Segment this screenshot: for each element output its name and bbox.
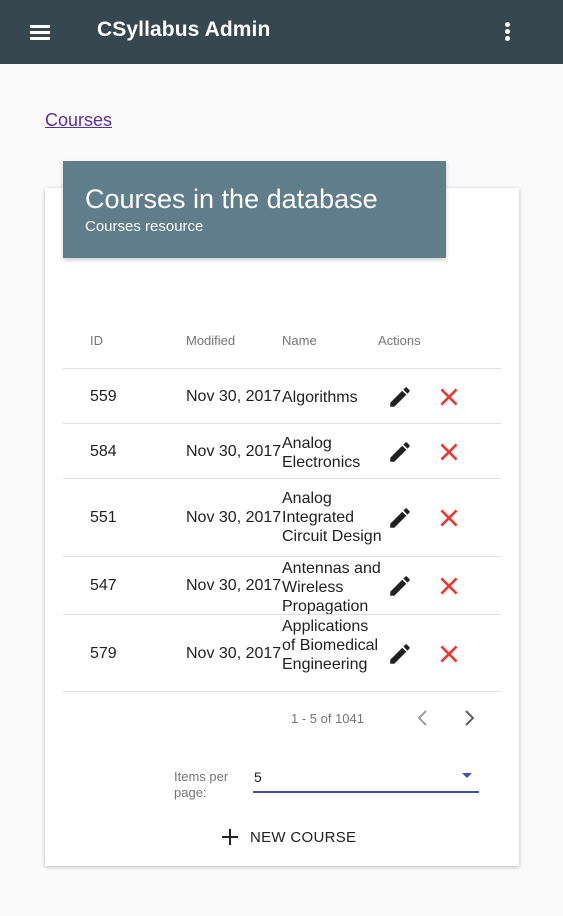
row-name: Analog Electronics — [282, 435, 361, 471]
new-course-button[interactable]: NEW COURSE — [218, 822, 356, 852]
items-per-page-value: 5 — [254, 769, 262, 785]
chevron-left-icon — [417, 710, 427, 726]
more-vert-icon[interactable] — [498, 20, 518, 44]
column-header-id: ID — [90, 333, 103, 348]
row-name: Antennas and Wireless Propagation — [282, 560, 381, 615]
chevron-right-icon — [465, 710, 475, 726]
row-id: 584 — [90, 442, 117, 460]
edit-button[interactable] — [387, 641, 413, 667]
edit-button[interactable] — [387, 439, 413, 465]
delete-button[interactable] — [436, 505, 462, 531]
table-row: 579 Nov 30, 2017 Applications of Biomedi… — [63, 614, 501, 692]
row-name: Analog Integrated Circuit Design — [282, 490, 382, 545]
edit-button[interactable] — [387, 505, 413, 531]
row-id: 559 — [90, 387, 117, 405]
pagination-range: 1 - 5 of 1041 — [291, 711, 364, 726]
close-icon — [440, 442, 458, 461]
close-icon — [440, 387, 458, 406]
table-row: 559 Nov 30, 2017 Algorithms — [63, 368, 501, 424]
row-modified: Nov 30, 2017 — [186, 577, 282, 594]
row-name: Applications of Biomedical Engineering — [282, 618, 379, 673]
row-modified: Nov 30, 2017 — [186, 509, 282, 526]
edit-button[interactable] — [387, 384, 413, 410]
table-footer-divider — [63, 691, 501, 692]
close-icon — [440, 509, 458, 527]
new-course-label: NEW COURSE — [250, 828, 357, 846]
column-header-name: Name — [282, 333, 317, 348]
row-id: 551 — [90, 509, 117, 526]
row-modified: Nov 30, 2017 — [186, 387, 282, 405]
next-page-button[interactable] — [457, 706, 481, 730]
delete-button[interactable] — [436, 641, 462, 667]
pencil-icon — [390, 576, 410, 596]
card-header: Courses in the database Courses resource — [63, 161, 446, 258]
card-subtitle: Courses resource — [85, 218, 204, 235]
pencil-icon — [390, 508, 410, 528]
dropdown-arrow-icon — [462, 773, 472, 778]
app-bar: CSyllabus Admin — [0, 0, 563, 64]
table-row: 584 Nov 30, 2017 Analog Electronics — [63, 423, 501, 479]
card-title: Courses in the database — [85, 184, 378, 214]
delete-button[interactable] — [436, 573, 462, 599]
edit-button[interactable] — [387, 573, 413, 599]
table-row: 551 Nov 30, 2017 Analog Integrated Circu… — [63, 478, 501, 557]
table-row: 547 Nov 30, 2017 Antennas and Wireless P… — [63, 556, 501, 615]
row-modified: Nov 30, 2017 — [186, 442, 282, 460]
previous-page-button[interactable] — [411, 706, 435, 730]
row-name: Algorithms — [282, 389, 358, 406]
pencil-icon — [390, 386, 410, 407]
items-per-page-select[interactable]: 5 — [253, 767, 479, 793]
row-id: 547 — [90, 577, 117, 594]
pencil-icon — [390, 441, 410, 462]
items-per-page-label: Items per page: — [174, 769, 229, 800]
app-title: CSyllabus Admin — [97, 18, 271, 41]
close-icon — [440, 577, 458, 595]
delete-button[interactable] — [436, 384, 462, 410]
delete-button[interactable] — [436, 439, 462, 465]
close-icon — [440, 644, 458, 663]
plus-icon — [222, 829, 238, 845]
row-id: 579 — [90, 644, 117, 662]
pencil-icon — [390, 643, 410, 664]
column-header-modified: Modified — [186, 333, 236, 348]
menu-icon[interactable] — [28, 22, 54, 42]
row-modified: Nov 30, 2017 — [186, 644, 282, 662]
breadcrumb-courses[interactable]: Courses — [45, 110, 112, 131]
column-header-actions: Actions — [378, 333, 421, 348]
